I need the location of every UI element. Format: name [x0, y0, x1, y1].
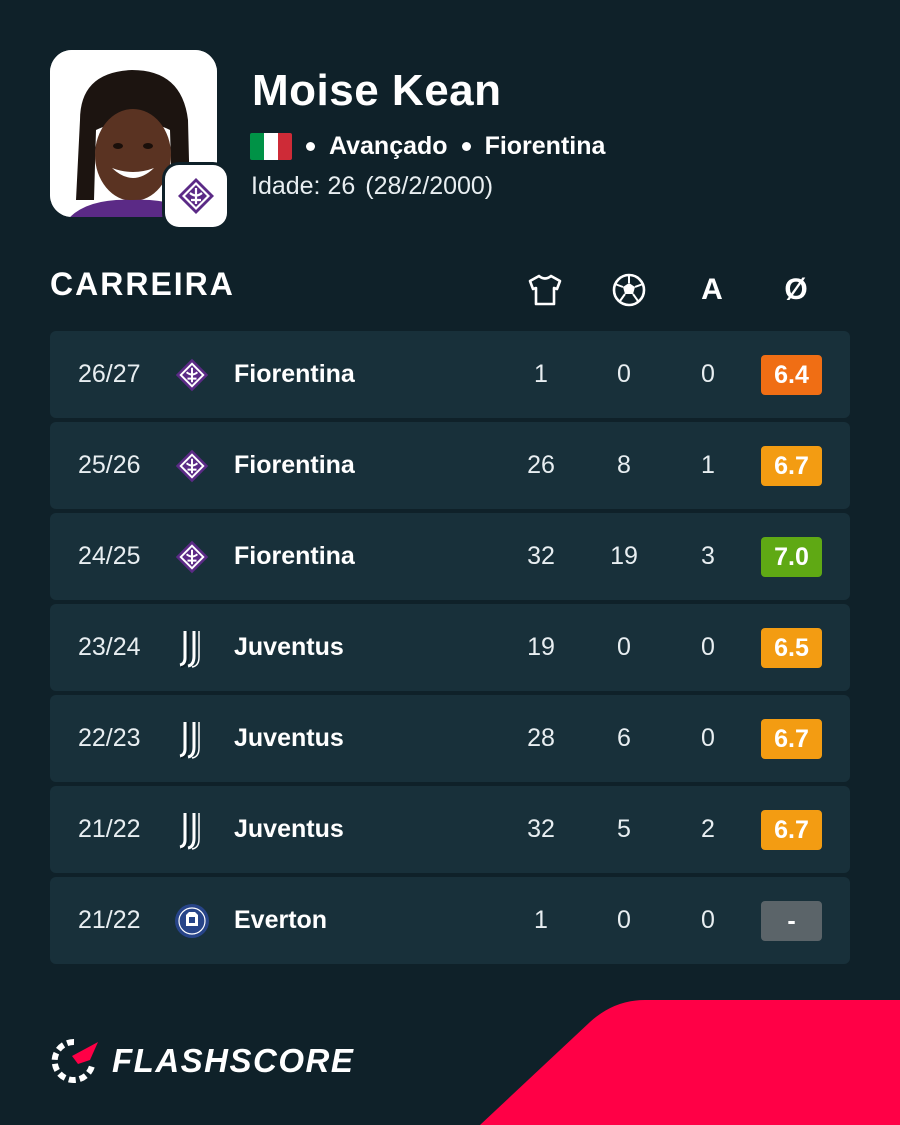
appearances: 28 [527, 724, 555, 752]
team-name: Everton [234, 906, 328, 934]
birthdate: (28/2/2000) [365, 172, 494, 200]
appearances: 19 [527, 633, 555, 661]
brand-name: FLASHSCORE [112, 1042, 355, 1079]
appearances: 32 [527, 542, 555, 570]
player-meta: Avançado Fiorentina [250, 131, 605, 161]
assists: 2 [701, 815, 715, 843]
career-row: 21/22 Juventus 32 5 2 6.7 [50, 786, 850, 873]
assists: 0 [701, 360, 715, 388]
fiorentina-logo-icon [178, 178, 214, 214]
player-name: Moise Kean [252, 66, 502, 115]
rating-badge: 6.7 [761, 719, 822, 759]
season: 22/23 [78, 724, 141, 752]
career-row: 21/22 Everton 1 0 0 - [50, 877, 850, 964]
rating-badge: 6.7 [761, 810, 822, 850]
goals: 5 [617, 815, 631, 843]
assists: 0 [701, 724, 715, 752]
rating-badge: 6.7 [761, 446, 822, 486]
goals: 6 [617, 724, 631, 752]
assists: 1 [701, 451, 715, 479]
season: 21/22 [78, 906, 141, 934]
juventus-logo-icon [172, 810, 212, 850]
career-row: 23/24 Juventus 19 0 0 6.5 [50, 604, 850, 691]
goals: 0 [617, 360, 631, 388]
assists-header: A [701, 273, 723, 306]
team-name: Juventus [234, 815, 344, 843]
juventus-logo-icon [172, 719, 212, 759]
separator-dot [461, 141, 471, 151]
team-name: Fiorentina [234, 360, 355, 388]
fiorentina-logo-icon [172, 537, 212, 577]
appearances: 32 [527, 815, 555, 843]
goals: 0 [617, 906, 631, 934]
flashscore-brand: FLASHSCORE [50, 1038, 354, 1084]
age-text: Idade: 26 [251, 172, 356, 200]
italy-flag-icon [250, 132, 292, 160]
team-name: Juventus [234, 633, 344, 661]
rating-badge: 7.0 [761, 537, 822, 577]
rating-badge: 6.5 [761, 628, 822, 668]
rating-badge: - [761, 901, 822, 941]
player-club: Fiorentina [484, 131, 606, 160]
goals: 0 [617, 633, 631, 661]
career-row: 26/27 Fiorentina 1 0 0 6.4 [50, 331, 850, 418]
juventus-logo-icon [172, 628, 212, 668]
career-row: 22/23 Juventus 28 6 0 6.7 [50, 695, 850, 782]
club-badge [165, 165, 227, 227]
team-name: Juventus [234, 724, 344, 752]
appearances: 26 [527, 451, 555, 479]
separator-dot [306, 141, 315, 151]
player-position: Avançado [329, 131, 448, 160]
appearances: 1 [534, 360, 548, 388]
player-age: Idade: 26 (28/2/2000) [251, 172, 493, 201]
team-name: Fiorentina [234, 451, 355, 479]
assists: 0 [701, 906, 715, 934]
career-row: 24/25 Fiorentina 32 19 3 7.0 [50, 513, 850, 600]
season: 21/22 [78, 815, 141, 843]
ball-icon [609, 270, 649, 310]
season: 24/25 [78, 542, 141, 570]
season: 26/27 [78, 360, 141, 388]
goals: 19 [610, 542, 638, 570]
team-name: Fiorentina [234, 542, 355, 570]
season: 23/24 [78, 633, 141, 661]
fiorentina-logo-icon [172, 355, 212, 395]
flashscore-logo-icon [51, 1038, 98, 1083]
section-title: CARREIRA [50, 266, 235, 302]
goals: 8 [617, 451, 631, 479]
career-table: 26/27 Fiorentina 1 0 0 6.4 25/26 Fiorent… [50, 331, 850, 968]
jersey-icon [525, 270, 565, 310]
appearances: 1 [534, 906, 548, 934]
career-row: 25/26 Fiorentina 26 8 1 6.7 [50, 422, 850, 509]
assists: 3 [701, 542, 715, 570]
season: 25/26 [78, 451, 141, 479]
fiorentina-logo-icon [172, 446, 212, 486]
rating-header: Ø [784, 273, 808, 306]
rating-badge: 6.4 [761, 355, 822, 395]
assists: 0 [701, 633, 715, 661]
everton-logo-icon [172, 901, 212, 941]
